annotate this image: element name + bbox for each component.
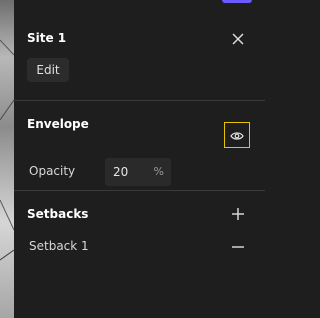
visibility-toggle-button[interactable] [224, 122, 250, 148]
opacity-value[interactable]: 20 [113, 165, 128, 179]
envelope-title: Envelope [27, 117, 89, 131]
setback-item-label[interactable]: Setback 1 [29, 239, 89, 253]
toolbar-accent [222, 0, 252, 3]
opacity-unit: % [153, 165, 164, 178]
divider [14, 100, 265, 101]
divider [14, 190, 265, 191]
setbacks-title: Setbacks [27, 207, 89, 221]
minus-icon[interactable] [230, 239, 246, 255]
opacity-input[interactable]: 20 % [105, 158, 171, 186]
plus-icon[interactable] [230, 206, 246, 222]
opacity-label: Opacity [29, 164, 76, 178]
site-title: Site 1 [27, 31, 67, 45]
close-icon[interactable] [229, 30, 247, 48]
properties-panel: Site 1 Edit Envelope Opacity 20 % Setbac… [14, 12, 265, 318]
viewport-background [0, 0, 14, 318]
edit-button[interactable]: Edit [27, 58, 69, 82]
eye-icon [230, 126, 244, 145]
